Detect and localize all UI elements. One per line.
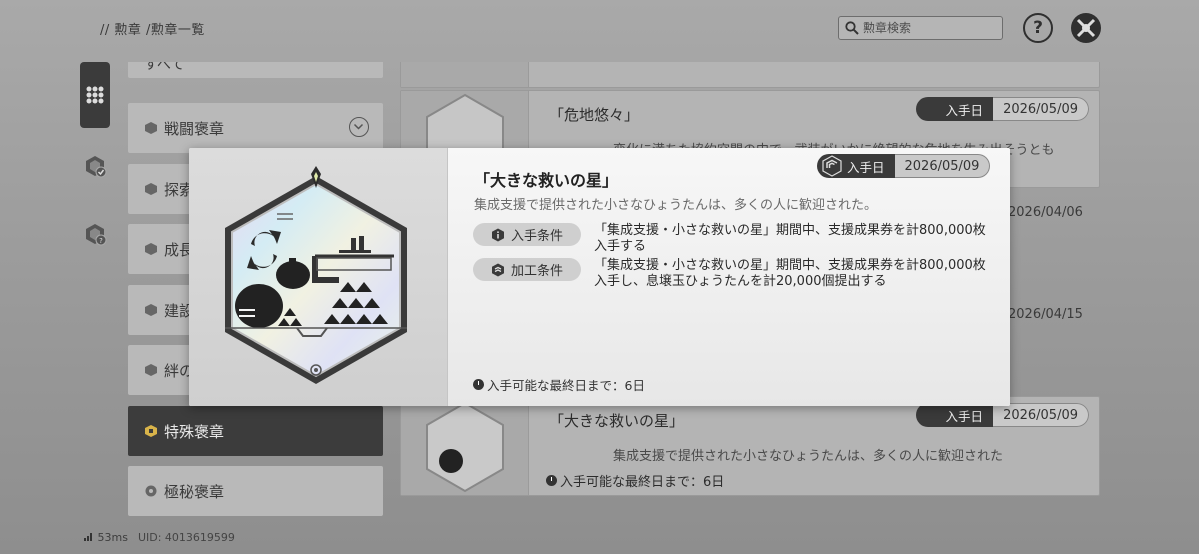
badge-card[interactable]: 「大きな救いの星」 集成支援で提供された小さなひょうたんは、多くの人に歓迎された… [400,396,1100,496]
breadcrumb: // 勲章 /勲章一覧 [100,23,205,38]
acquired-date: 2026/05/09 [894,154,991,178]
shield-icon [145,122,157,134]
rail-tab-all[interactable] [80,62,110,128]
acquired-date: 2026/05/09 [993,97,1089,121]
bond-icon [145,364,157,376]
category-special[interactable]: 特殊褒章 [128,406,383,456]
acquired-date-pill: 入手日 2026/05/09 [915,403,1089,427]
acquired-date-pill: 入手日 2026/05/09 [817,154,1000,178]
badge-card[interactable] [400,62,1100,88]
close-button[interactable] [1071,13,1101,43]
search-box[interactable] [838,16,1003,40]
signal-icon [84,533,92,541]
acquired-label: 入手日 [945,408,984,424]
badge-description: 集成支援で提供された小さなひょうたんは、多くの人に歓迎された。 [474,198,878,213]
condition-row: 加工条件 「集成支援・小さな救いの星」期間中、支援成果券を計800,000枚入手… [473,258,994,290]
acquire-condition-text: 「集成支援・小さな救いの星」期間中、支援成果券を計800,000枚入手する [594,223,986,254]
category-label: すべて [144,62,185,73]
acquired-date: 2026/05/09 [993,403,1089,427]
category-label: 戦闘褒章 [164,119,225,138]
badge-question-icon[interactable]: ? [83,222,107,246]
badge-art-panel [189,148,447,406]
category-label: 特殊褒章 [164,422,225,441]
special-icon [145,425,157,437]
badge-art [225,166,407,384]
acquire-condition-pill: 入手条件 [473,223,581,246]
badge-desc: 集成支援で提供された小さなひょうたんは、多くの人に歓迎された [613,449,1004,464]
help-button[interactable]: ? [1023,13,1053,43]
secret-icon [145,485,157,497]
grid-icon [86,86,104,104]
clock-icon [473,379,484,390]
badge-emblem-icon [919,98,942,120]
badge-check-icon[interactable] [83,154,107,178]
uid-label: UID: 4013619599 [137,531,235,544]
acquired-date-pill: 入手日 2026/05/09 [915,97,1089,121]
badge-emblem-icon [919,404,942,426]
badge-name: 「大きな救いの星」 [549,412,685,430]
search-icon [845,21,859,35]
status-bar: 53ms UID: 4013619599 [84,531,235,544]
badge-detail-modal[interactable]: 入手日 2026/05/09 「大きな救いの星」 集成支援で提供された小さなひょ… [189,148,1010,406]
compass-icon [145,183,157,195]
badge-emblem-icon [821,155,843,177]
ping-indicator: 53ms [84,531,128,544]
acquired-date: 2026/04/06 [1008,205,1083,220]
layers-hex-icon [491,263,504,276]
category-all[interactable]: すべて [128,62,383,78]
badge-name: 「危地悠々」 [549,106,640,124]
deadline: 入手可能な最終日まで：6日 [473,375,645,394]
top-bar: // 勲章 /勲章一覧 ? [0,0,1199,56]
clock-icon [546,475,557,486]
help-icon: ? [1033,18,1043,38]
acquired-label: 入手日 [945,102,984,118]
process-condition-pill: 加工条件 [473,258,581,281]
condition-row: 入手条件 「集成支援・小さな救いの星」期間中、支援成果券を計800,000枚入手… [473,223,994,255]
svg-text:?: ? [99,237,103,245]
acquired-date: 2026/04/15 [1008,307,1083,322]
build-icon [145,304,157,316]
badge-deadline: 入手可能な最終日まで：6日 [546,471,724,490]
process-condition-text: 「集成支援・小さな救いの星」期間中、支援成果券を計800,000枚入手し、息壌玉… [594,258,986,289]
badge-title: 「大きな救いの星」 [474,171,619,190]
category-label: 極秘褒章 [164,482,225,501]
info-hex-icon [491,228,504,241]
chevron-down-icon[interactable] [349,117,369,137]
category-secret[interactable]: 極秘褒章 [128,466,383,516]
search-input[interactable] [863,21,993,35]
growth-icon [145,243,157,255]
badge-thumbnail [401,62,529,87]
badge-thumbnail [401,397,529,495]
acquired-label: 入手日 [847,159,885,175]
close-icon [1076,18,1096,38]
category-combat[interactable]: 戦闘褒章 [128,103,383,153]
